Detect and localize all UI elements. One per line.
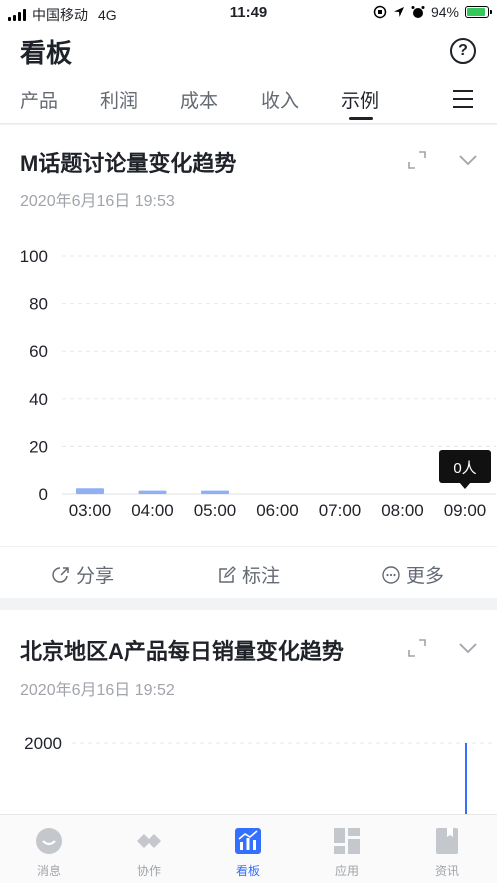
status-bar: 中国移动 4G 11:49 94%	[0, 0, 497, 26]
share-icon	[52, 566, 69, 583]
app-header: 看板 ?	[0, 26, 497, 76]
annotate-button[interactable]: 标注	[218, 561, 280, 588]
y-tick-label: 0	[39, 485, 48, 504]
tabbar-label: 消息	[36, 864, 61, 878]
tabbar-item-apps[interactable]: 应用	[317, 827, 377, 879]
location-icon	[393, 7, 404, 17]
tabbar-label: 应用	[334, 864, 359, 878]
more-label: 更多	[406, 566, 445, 587]
y-tick-label: 80	[29, 295, 48, 314]
tab-income[interactable]: 收入	[261, 86, 299, 113]
tooltip-label: 0人	[453, 460, 476, 477]
chart-bar[interactable]	[201, 490, 229, 494]
y-tick-label: 40	[29, 390, 48, 409]
bottom-tab-bar: 消息 协作 看板 应用 资讯	[0, 814, 497, 883]
chart-bar[interactable]	[465, 743, 467, 814]
x-tick-label: 08:00	[381, 501, 424, 520]
annotate-icon	[219, 565, 236, 583]
page-title: 看板	[20, 38, 73, 68]
tab-profit[interactable]: 利润	[100, 86, 138, 113]
more-icon	[382, 565, 400, 584]
tabbar-item-news[interactable]: 资讯	[417, 827, 477, 879]
help-button[interactable]: ?	[450, 38, 476, 64]
collaborate-icon	[137, 834, 161, 848]
x-tick-label: 05:00	[194, 501, 237, 520]
alarm-icon	[411, 6, 425, 18]
x-tick-label: 06:00	[256, 501, 299, 520]
x-tick-label: 03:00	[69, 501, 112, 520]
tabbar-label: 看板	[235, 864, 260, 878]
sales-trend-chart: 2000	[24, 734, 496, 814]
chart-bar[interactable]	[138, 490, 167, 494]
dashboard-icon	[235, 828, 261, 854]
annotate-label: 标注	[242, 566, 281, 587]
x-tick-label: 07:00	[319, 501, 362, 520]
chart-card-topic: M话题讨论量变化趋势 2020年6月16日 19:53 0 20 40 60 80 100…	[0, 125, 497, 598]
x-tick-label: 09:00	[444, 501, 487, 520]
tabbar-item-dashboard[interactable]: 看板	[218, 827, 278, 879]
y-tick-label: 2000	[24, 734, 62, 753]
tabbar-label: 协作	[136, 864, 161, 878]
y-tick-label: 100	[20, 247, 48, 266]
battery-icon	[465, 6, 492, 18]
battery-percent: 94%	[430, 4, 459, 20]
news-icon	[436, 828, 458, 854]
help-icon: ?	[458, 42, 468, 59]
tabbar-item-messages[interactable]: 消息	[19, 827, 79, 879]
tabbar-item-collaborate[interactable]: 协作	[119, 827, 179, 879]
tabbar-label: 资讯	[434, 864, 459, 878]
active-tab-indicator	[349, 117, 373, 120]
tab-menu-icon[interactable]	[453, 90, 473, 114]
topic-trend-chart: 0 20 40 60 80 100 03:00 04:00 05:00 06:00 07:00 08:…	[20, 247, 496, 520]
apps-icon	[334, 828, 360, 854]
category-tabs: 产品 利润 成本 收入 示例	[0, 76, 497, 124]
tab-example[interactable]: 示例	[341, 86, 379, 113]
tab-product[interactable]: 产品	[20, 86, 58, 113]
share-label: 分享	[76, 566, 115, 587]
chart-card-sales: 北京地区A产品每日销量变化趋势 2020年6月16日 19:52 2000	[0, 610, 497, 814]
orientation-lock-icon	[373, 5, 387, 19]
more-button[interactable]: 更多	[382, 561, 444, 588]
y-tick-label: 60	[29, 342, 48, 361]
x-tick-label: 04:00	[131, 501, 174, 520]
chart-tooltip: 0人	[439, 450, 491, 489]
card-actions: 分享 标注 更多	[0, 546, 497, 598]
y-tick-label: 20	[29, 437, 48, 456]
message-icon	[36, 828, 62, 854]
screen: 中国移动 4G 11:49 94% 看板 ? 产品 利润 成本 收入 示例 M话…	[0, 0, 497, 883]
share-button[interactable]: 分享	[52, 561, 114, 588]
chart-bar[interactable]	[76, 488, 104, 494]
tab-cost[interactable]: 成本	[180, 86, 218, 113]
